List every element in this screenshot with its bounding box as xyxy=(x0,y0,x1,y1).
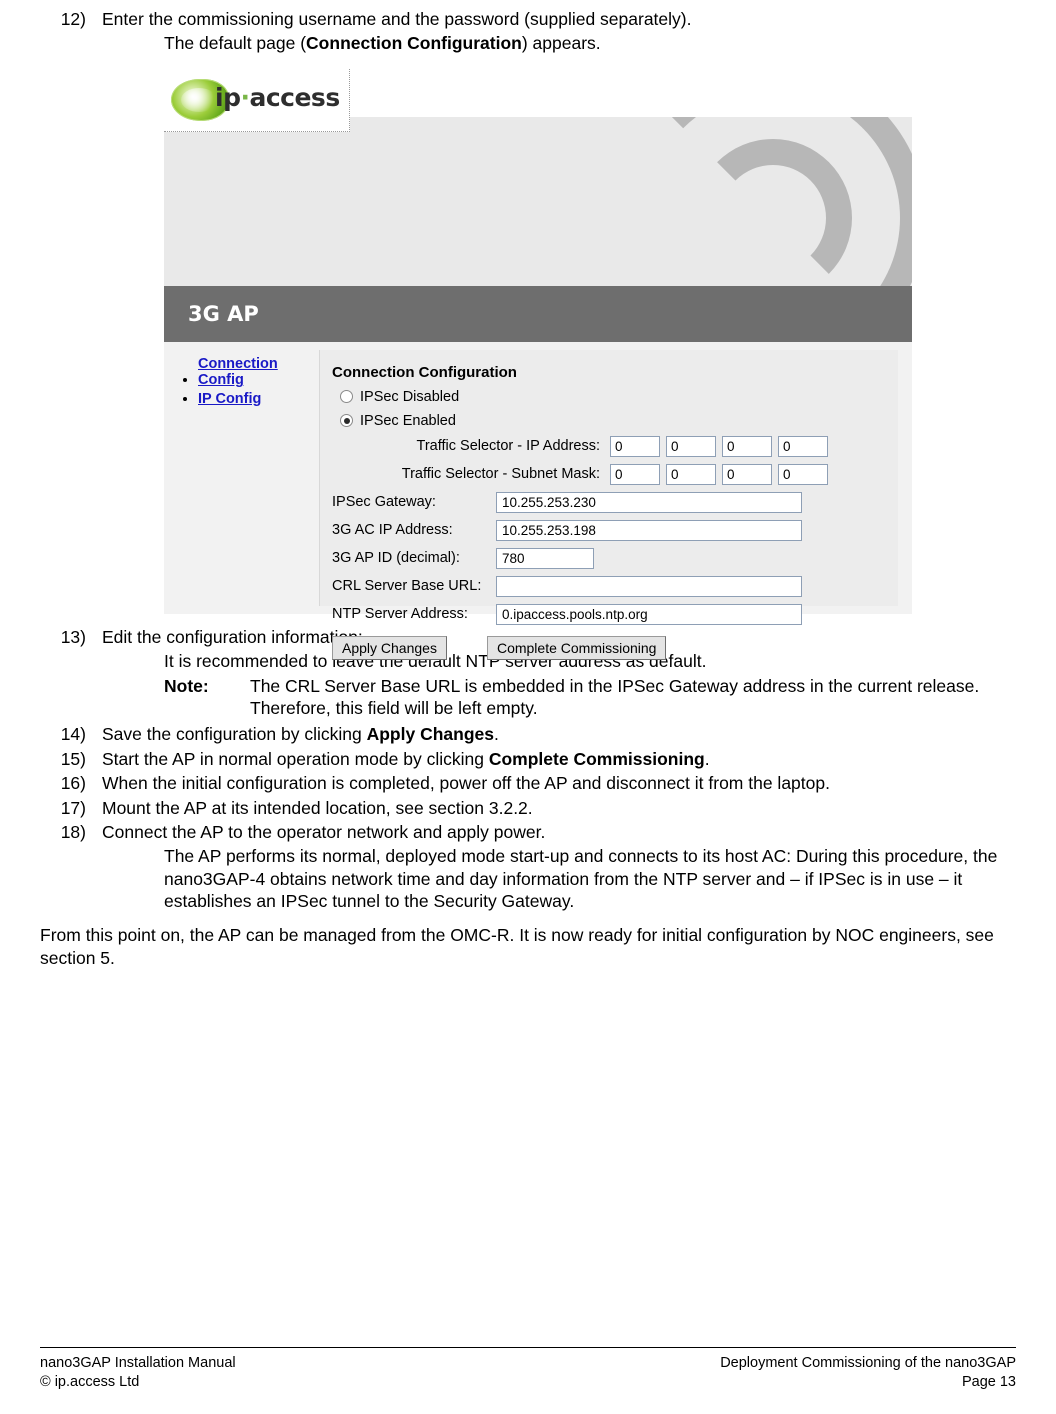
traffic-selector-mask-octet-1[interactable]: 0 xyxy=(610,463,660,485)
step-14-number: 14) xyxy=(60,724,86,745)
ntp-server-address-input[interactable]: 0.ipaccess.pools.ntp.org xyxy=(496,603,802,625)
sidebar-nav: Connection Config IP Config xyxy=(182,356,327,410)
footer-right-line-2: Page 13 xyxy=(961,1374,1016,1391)
ipaccess-logo: ip·access xyxy=(164,68,350,132)
crl-server-base-url-row: CRL Server Base URL: xyxy=(320,575,898,597)
step-17-number: 17) xyxy=(60,797,86,818)
step-15-text-before: Start the AP in normal operation mode by… xyxy=(102,748,489,769)
traffic-selector-subnet-mask-label: Traffic Selector - Subnet Mask: xyxy=(401,466,600,483)
crl-server-base-url-label: CRL Server Base URL: xyxy=(332,578,482,595)
ap-performs-paragraph: The AP performs its normal, deployed mod… xyxy=(164,846,998,912)
step-17-text: Mount the AP at its intended location, s… xyxy=(102,797,533,818)
step-14: 14) Save the configuration by clicking A… xyxy=(40,723,1016,745)
banner-title: 3G AP xyxy=(164,285,912,342)
footer-left-line-2: © ip.access Ltd xyxy=(40,1374,140,1391)
footer-left-line-1: nano3GAP Installation Manual xyxy=(40,1355,236,1372)
radio-ipsec-enabled-row[interactable]: IPSec Enabled xyxy=(320,413,898,429)
step-14-text-after: . xyxy=(493,724,499,745)
step-16-text: When the initial configuration is comple… xyxy=(102,773,830,794)
crl-server-base-url-input[interactable] xyxy=(496,575,802,597)
web-ui-body: Connection Config IP Config Connection C… xyxy=(164,341,912,660)
sidebar-link-ip-config[interactable]: IP Config xyxy=(198,391,261,408)
logo-text-a: ip xyxy=(215,82,241,112)
step-18: 18) Connect the AP to the operator netwo… xyxy=(40,821,1016,843)
ipsec-gateway-input[interactable]: 10.255.253.230 xyxy=(496,491,802,513)
logo-wordmark: ip·access xyxy=(215,83,340,112)
ap-id-row: 3G AP ID (decimal): 780 xyxy=(320,547,898,569)
ntp-server-address-row: NTP Server Address: 0.ipaccess.pools.ntp… xyxy=(320,603,898,625)
complete-commissioning-button[interactable]: Complete Commissioning xyxy=(486,635,667,660)
step-14-bold: Apply Changes xyxy=(366,724,494,745)
logo-wrap: ip·access xyxy=(169,74,344,126)
ac-ip-address-row: 3G AC IP Address: 10.255.253.198 xyxy=(320,519,898,541)
step-15-bold: Complete Commissioning xyxy=(488,748,705,769)
connection-configuration-screenshot: ip·access 3G AP Connection Config xyxy=(164,68,912,660)
note-block: Note: The CRL Server Base URL is embedde… xyxy=(164,675,1016,720)
ap-id-input[interactable]: 780 xyxy=(496,547,594,569)
panel-buttons: Apply Changes Complete Commissioning xyxy=(320,635,898,660)
panel-title: Connection Configuration xyxy=(332,363,517,381)
default-page-text-before: The default page ( xyxy=(164,33,307,54)
radio-ipsec-disabled-label: IPSec Disabled xyxy=(360,388,460,405)
step-13-number: 13) xyxy=(60,626,86,647)
footer-right-line-1: Deployment Commissioning of the nano3GAP xyxy=(720,1355,1016,1372)
page-banner: 3G AP xyxy=(164,116,912,342)
sidebar-item-ip-config[interactable]: IP Config xyxy=(198,391,327,408)
step-16: 16) When the initial configuration is co… xyxy=(40,772,1016,794)
page-footer: nano3GAP Installation Manual Deployment … xyxy=(40,1347,1016,1392)
ac-ip-address-input[interactable]: 10.255.253.198 xyxy=(496,519,802,541)
traffic-selector-mask-octet-3[interactable]: 0 xyxy=(722,463,772,485)
ac-ip-address-label: 3G AC IP Address: xyxy=(332,522,453,539)
step-14-text: Save the configuration by clicking Apply… xyxy=(102,723,1016,745)
traffic-selector-ip-octet-4[interactable]: 0 xyxy=(778,435,828,457)
page-content: 12) Enter the commissioning username and… xyxy=(40,0,1016,969)
ntp-server-address-label: NTP Server Address: xyxy=(332,606,468,623)
step-18-text: Connect the AP to the operator network a… xyxy=(102,821,546,842)
traffic-selector-mask-octet-4[interactable]: 0 xyxy=(778,463,828,485)
traffic-selector-ip-octet-3[interactable]: 0 xyxy=(722,435,772,457)
note-label: Note: xyxy=(164,675,209,696)
traffic-selector-ip-octet-1[interactable]: 0 xyxy=(610,435,660,457)
step-16-number: 16) xyxy=(60,773,86,794)
connection-configuration-panel: Connection Configuration IPSec Disabled … xyxy=(319,349,898,660)
radio-ipsec-enabled-label: IPSec Enabled xyxy=(360,412,456,429)
logo-text-b: access xyxy=(249,82,340,112)
footer-row-2: © ip.access Ltd Page 13 xyxy=(40,1373,1016,1392)
traffic-selector-ip-address-label: Traffic Selector - IP Address: xyxy=(416,438,600,455)
step-15-text-after: . xyxy=(704,748,710,769)
default-page-text-after: ) appears. xyxy=(521,33,601,54)
radio-ipsec-disabled-icon[interactable] xyxy=(340,390,353,404)
step-12-text: Enter the commissioning username and the… xyxy=(102,9,692,29)
note-body: The CRL Server Base URL is embedded in t… xyxy=(250,675,980,718)
traffic-selector-ip-octet-2[interactable]: 0 xyxy=(666,435,716,457)
traffic-selector-mask-octet-2[interactable]: 0 xyxy=(666,463,716,485)
ipsec-gateway-label: IPSec Gateway: xyxy=(332,494,436,511)
radio-ipsec-enabled-icon[interactable] xyxy=(340,414,353,428)
document-page: 12) Enter the commissioning username and… xyxy=(0,0,1056,1414)
closing-paragraph: From this point on, the AP can be manage… xyxy=(40,925,994,968)
step-12-number: 12) xyxy=(60,9,86,29)
step-15: 15) Start the AP in normal operation mod… xyxy=(40,748,1016,770)
arc-inner xyxy=(694,138,852,297)
step-15-number: 15) xyxy=(60,748,86,769)
ipsec-gateway-row: IPSec Gateway: 10.255.253.230 xyxy=(320,491,898,513)
step-14-text-before: Save the configuration by clicking xyxy=(102,724,367,745)
sidebar-link-connection-config[interactable]: Connection Config xyxy=(198,356,327,389)
step-12: 12) Enter the commissioning username and… xyxy=(40,8,1016,30)
footer-row-1: nano3GAP Installation Manual Deployment … xyxy=(40,1354,1016,1373)
traffic-selector-ip-address-row: Traffic Selector - IP Address: 0 0 0 0 xyxy=(320,435,898,457)
radio-ipsec-disabled-row[interactable]: IPSec Disabled xyxy=(320,389,898,405)
default-page-sentence: The default page (Connection Configurati… xyxy=(164,32,1016,54)
default-page-bold: Connection Configuration xyxy=(306,33,522,54)
step-18-number: 18) xyxy=(60,821,86,842)
sidebar-item-connection-config[interactable]: Connection Config xyxy=(198,356,327,389)
apply-changes-button[interactable]: Apply Changes xyxy=(332,635,447,660)
traffic-selector-subnet-mask-row: Traffic Selector - Subnet Mask: 0 0 0 0 xyxy=(320,463,898,485)
step-15-text: Start the AP in normal operation mode by… xyxy=(102,748,1016,770)
step-17: 17) Mount the AP at its intended locatio… xyxy=(40,797,1016,819)
ap-id-label: 3G AP ID (decimal): xyxy=(332,550,460,567)
